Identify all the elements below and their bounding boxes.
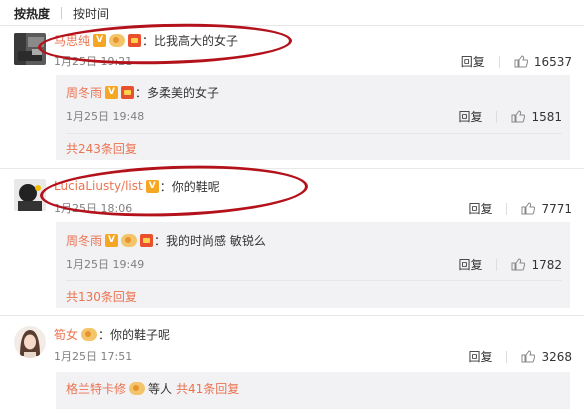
more-replies-link[interactable]: 共41条回复 <box>176 380 239 397</box>
username-link[interactable]: 格兰特卡修 <box>66 380 126 397</box>
reply-actions: 回复 1782 <box>458 256 562 273</box>
like-button[interactable]: 1782 <box>511 258 562 272</box>
comment-actions: 回复 16537 <box>461 53 572 70</box>
thumbs-up-icon <box>521 350 536 363</box>
avatar[interactable] <box>14 33 46 65</box>
thumbs-up-icon <box>521 202 536 215</box>
reply-button[interactable]: 回复 <box>461 53 485 70</box>
reply-line: 周冬雨 V ： 多柔美的女子 <box>66 84 220 101</box>
comment-time: 1月25日 18:06 <box>54 202 133 215</box>
comment-actions: 回复 3268 <box>468 348 572 365</box>
tab-sort-time[interactable]: 按时间 <box>73 5 109 22</box>
more-replies-link[interactable]: 共130条回复 <box>66 288 137 305</box>
reply-text: 多柔美的女子 <box>147 85 220 100</box>
verified-icon: V <box>93 33 107 47</box>
verified-icon: V <box>105 233 119 247</box>
comment-text: 你的鞋子呢 <box>110 327 171 342</box>
like-count: 1581 <box>531 109 562 124</box>
reply-button[interactable]: 回复 <box>458 108 482 125</box>
avatar[interactable] <box>14 179 46 211</box>
thumbs-up-icon <box>511 110 526 123</box>
comment-line: 筍女 ： 你的鞋子呢 <box>54 326 171 343</box>
thumbs-up-icon <box>511 258 526 271</box>
reply-text: 我的时尚感 敏锐么 <box>166 233 266 248</box>
tab-divider <box>61 7 63 19</box>
avatar-photo-icon <box>14 326 46 358</box>
like-button[interactable]: 3268 <box>521 350 572 364</box>
username-link[interactable]: 马思纯 <box>54 32 90 49</box>
like-button[interactable]: 7771 <box>521 202 572 216</box>
comment-time: 1月25日 17:51 <box>54 350 133 363</box>
comment-text: 比我高大的女子 <box>154 33 239 48</box>
reply-actions: 回复 1581 <box>458 108 562 125</box>
reply-time: 1月25日 19:48 <box>66 110 145 123</box>
avatar[interactable] <box>14 326 46 358</box>
reply-button[interactable]: 回复 <box>468 200 492 217</box>
reply-summary-line: 格兰特卡修 等人 共41条回复 <box>66 380 239 396</box>
comment-actions: 回复 7771 <box>468 200 572 217</box>
divider <box>0 168 584 169</box>
comment-time: 1月25日 19:21 <box>54 55 133 68</box>
like-button[interactable]: 16537 <box>514 55 572 69</box>
vip-icon <box>81 327 98 341</box>
username-link[interactable]: 筍女 <box>54 326 78 343</box>
divider <box>66 280 562 281</box>
reply-time: 1月25日 19:49 <box>66 258 145 271</box>
tab-sort-hot[interactable]: 按热度 <box>14 5 50 22</box>
reply-button[interactable]: 回复 <box>468 348 492 365</box>
member-icon <box>140 233 154 247</box>
like-count: 16537 <box>533 54 572 69</box>
comment-line: 马思纯 V ： 比我高大的女子 <box>54 32 239 49</box>
like-count: 1782 <box>531 257 562 272</box>
vip-icon <box>109 33 126 47</box>
more-replies-link[interactable]: 共243条回复 <box>66 140 137 157</box>
reply-line: 周冬雨 V ： 我的时尚感 敏锐么 <box>66 232 266 249</box>
username-link[interactable]: 周冬雨 <box>66 232 102 249</box>
username-link[interactable]: LuciaLiusty/list <box>54 179 143 193</box>
thumbs-up-icon <box>514 55 528 68</box>
username-link[interactable]: 周冬雨 <box>66 84 102 101</box>
avatar-photo-icon <box>14 33 46 65</box>
reply-button[interactable]: 回复 <box>458 256 482 273</box>
like-count: 3268 <box>541 349 572 364</box>
divider <box>66 133 562 134</box>
member-icon <box>121 85 135 99</box>
divider <box>0 25 584 26</box>
reply-text: 等人 <box>148 381 173 396</box>
vip-icon <box>121 233 138 247</box>
comment-line: LuciaLiusty/list V ： 你的鞋呢 <box>54 179 220 194</box>
comment-text: 你的鞋呢 <box>171 179 220 194</box>
like-button[interactable]: 1581 <box>511 110 562 124</box>
divider <box>0 315 584 316</box>
avatar-photo-icon <box>14 179 46 211</box>
verified-icon: V <box>105 85 119 99</box>
vip-icon <box>129 381 146 395</box>
sort-tabs: 按热度 按时间 <box>14 4 109 22</box>
like-count: 7771 <box>541 201 572 216</box>
verified-icon: V <box>145 179 159 193</box>
member-icon <box>128 33 142 47</box>
